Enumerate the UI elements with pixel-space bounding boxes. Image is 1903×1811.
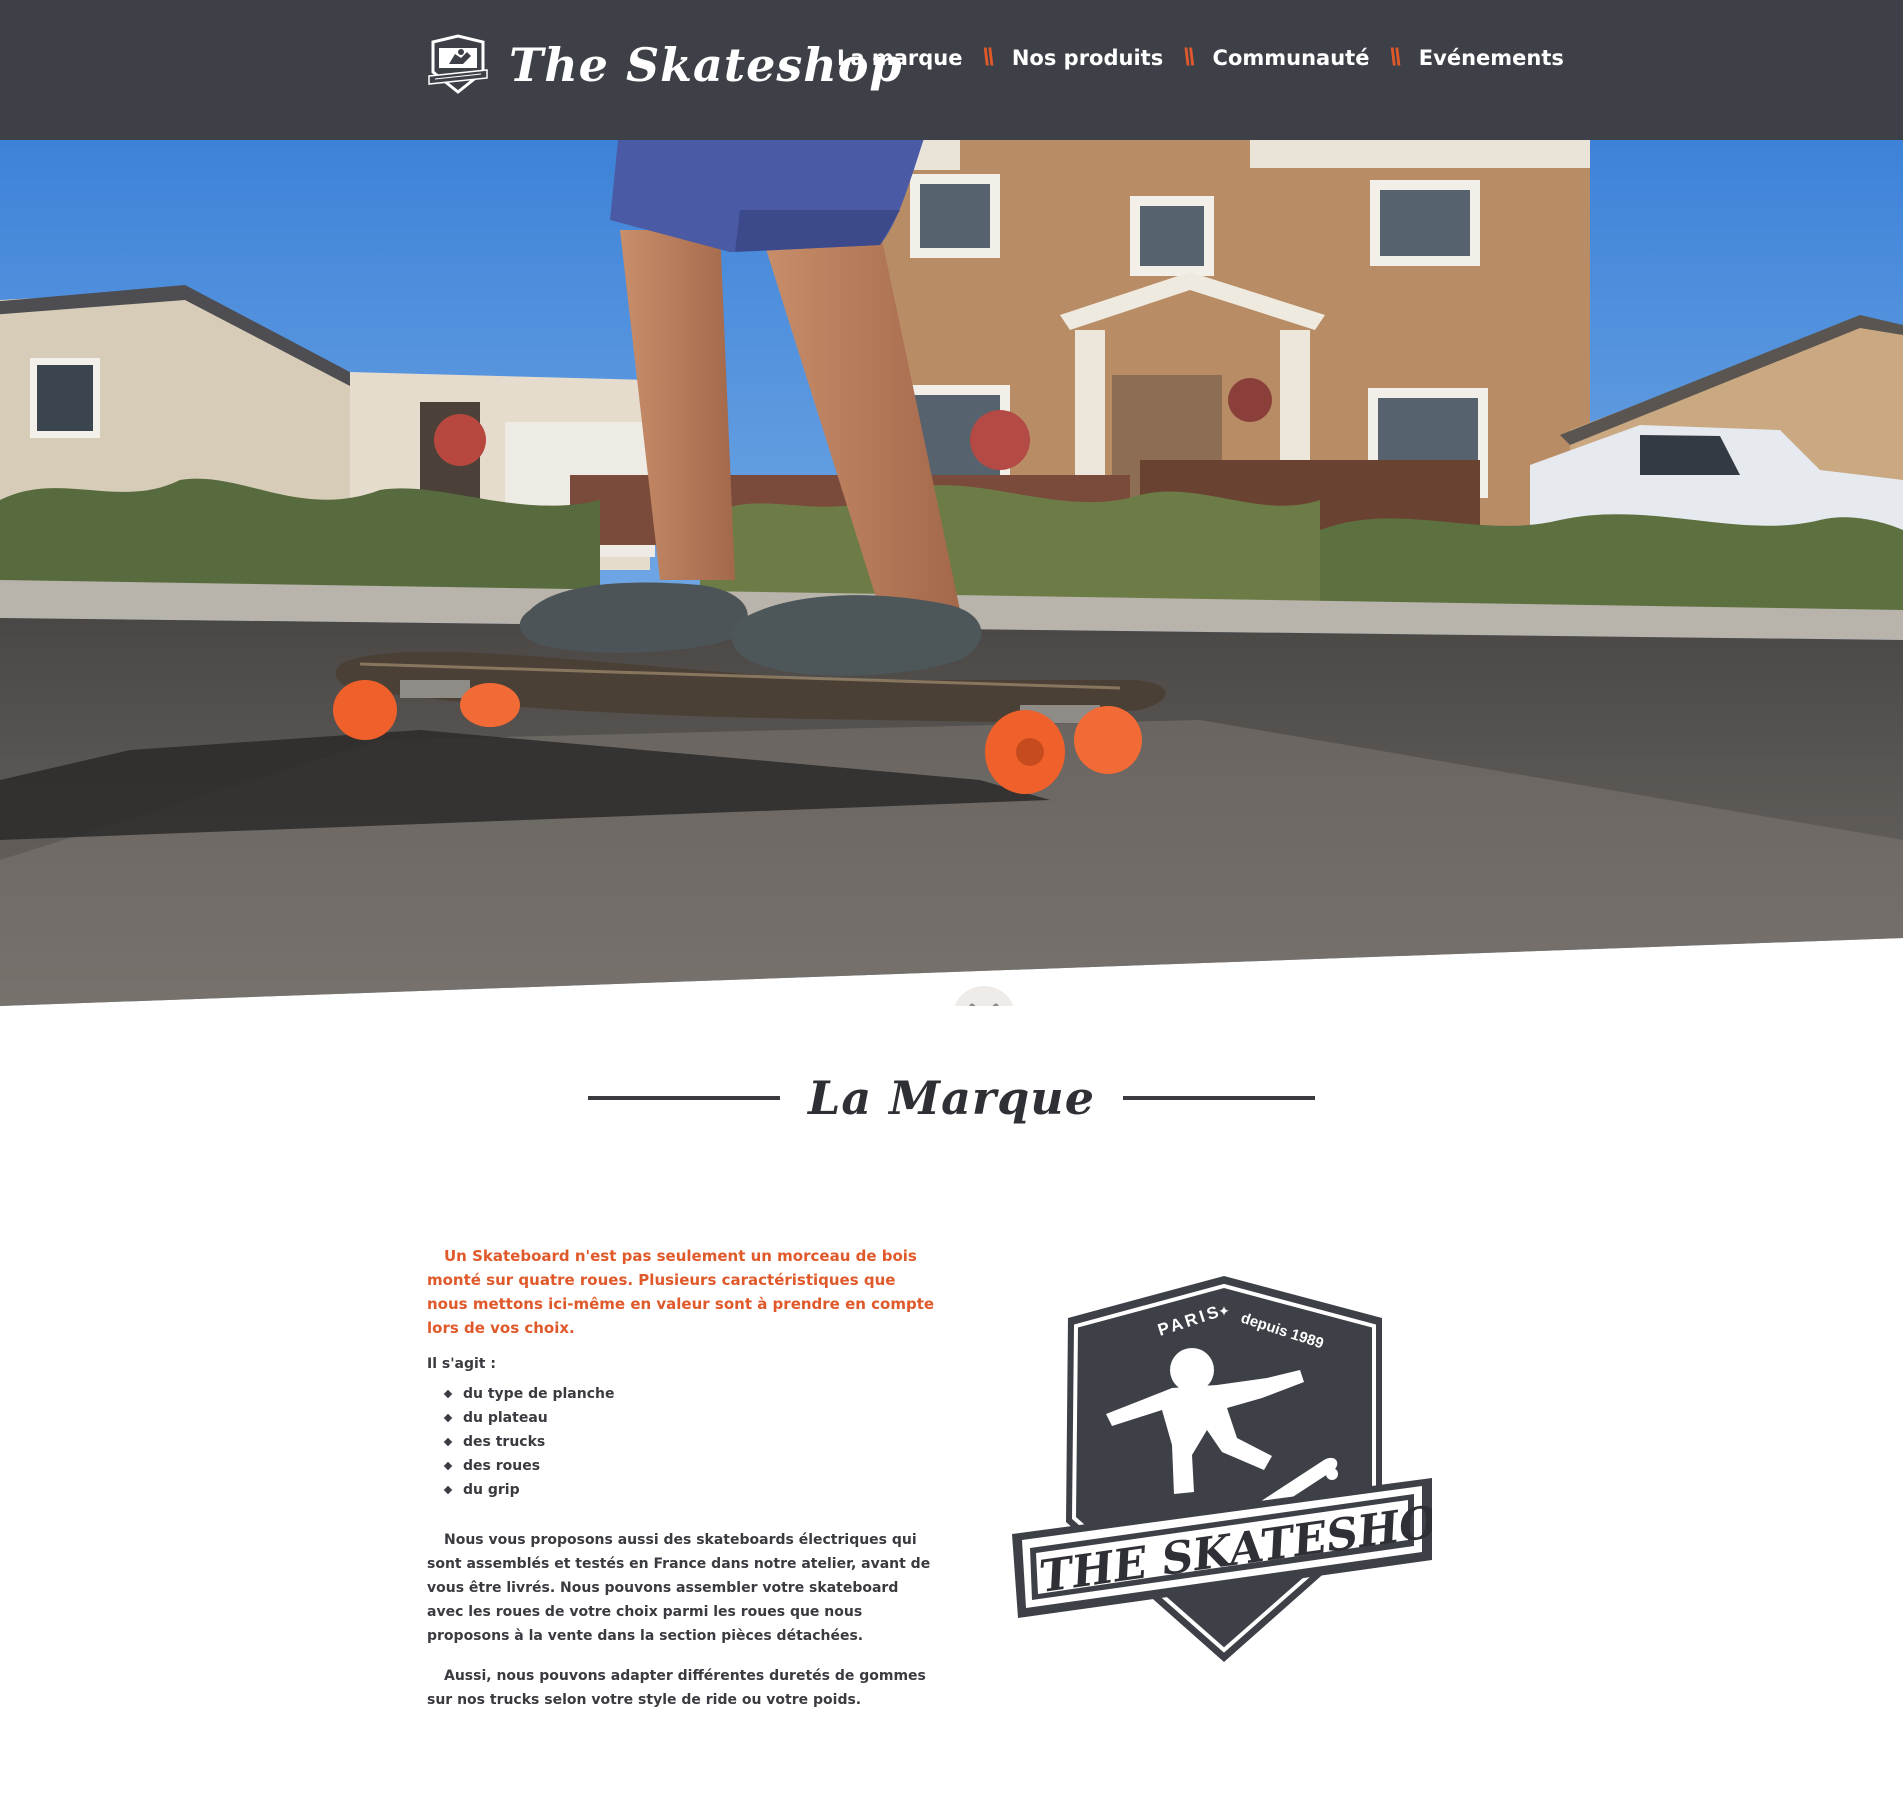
paragraph-hardness: Aussi, nous pouvons adapter différentes … — [427, 1668, 926, 1708]
nav-nos-produits[interactable]: Nos produits — [1012, 46, 1163, 70]
skateshop-logo-icon — [428, 34, 488, 94]
nav-la-marque[interactable]: La marque — [837, 46, 963, 70]
diamond-bullet-icon — [443, 1437, 453, 1447]
list-item: des roues — [443, 1454, 935, 1478]
nav-communaute[interactable]: Communauté — [1213, 46, 1370, 70]
list-item: des trucks — [443, 1430, 935, 1454]
list-item: du plateau — [443, 1406, 935, 1430]
hero-banner — [0, 140, 1903, 1006]
list-item: du grip — [443, 1478, 935, 1502]
diamond-bullet-icon — [443, 1389, 453, 1399]
svg-text:✦: ✦ — [1218, 1303, 1230, 1319]
site-header: The Skateshop La marque \\ Nos produits … — [0, 0, 1903, 140]
diamond-bullet-icon — [443, 1413, 453, 1423]
paragraph-electric: Nous vous proposons aussi des skateboard… — [427, 1532, 931, 1644]
brand-content: Un Skateboard n'est pas seulement un mor… — [427, 1244, 935, 1712]
section-title: La Marque — [808, 1071, 1095, 1125]
main-nav: La marque \\ Nos produits \\ Communauté … — [837, 44, 1564, 72]
brand-link[interactable]: The Skateshop — [427, 30, 903, 100]
title-divider-left — [588, 1096, 780, 1100]
skateshop-badge-logo: PARIS ✦ depuis 1989 THE SKATESHOP — [1012, 1276, 1432, 1662]
nav-separator: \\ — [1183, 44, 1194, 71]
section-heading: La Marque — [588, 1068, 1315, 1128]
list-item: du type de planche — [443, 1382, 935, 1406]
list-lead: Il s'agit : — [427, 1356, 496, 1372]
nav-evenements[interactable]: Evénements — [1419, 46, 1564, 70]
double-chevron-down-icon — [969, 1003, 999, 1006]
intro-text: Un Skateboard n'est pas seulement un mor… — [427, 1247, 935, 1337]
title-divider-right — [1123, 1096, 1315, 1100]
nav-separator: \\ — [982, 44, 994, 71]
diamond-bullet-icon — [443, 1485, 453, 1495]
diamond-bullet-icon — [443, 1461, 453, 1471]
feature-list: du type de planche du plateau des trucks… — [427, 1382, 935, 1502]
hero-image — [0, 140, 1903, 1006]
nav-separator: \\ — [1389, 44, 1400, 71]
